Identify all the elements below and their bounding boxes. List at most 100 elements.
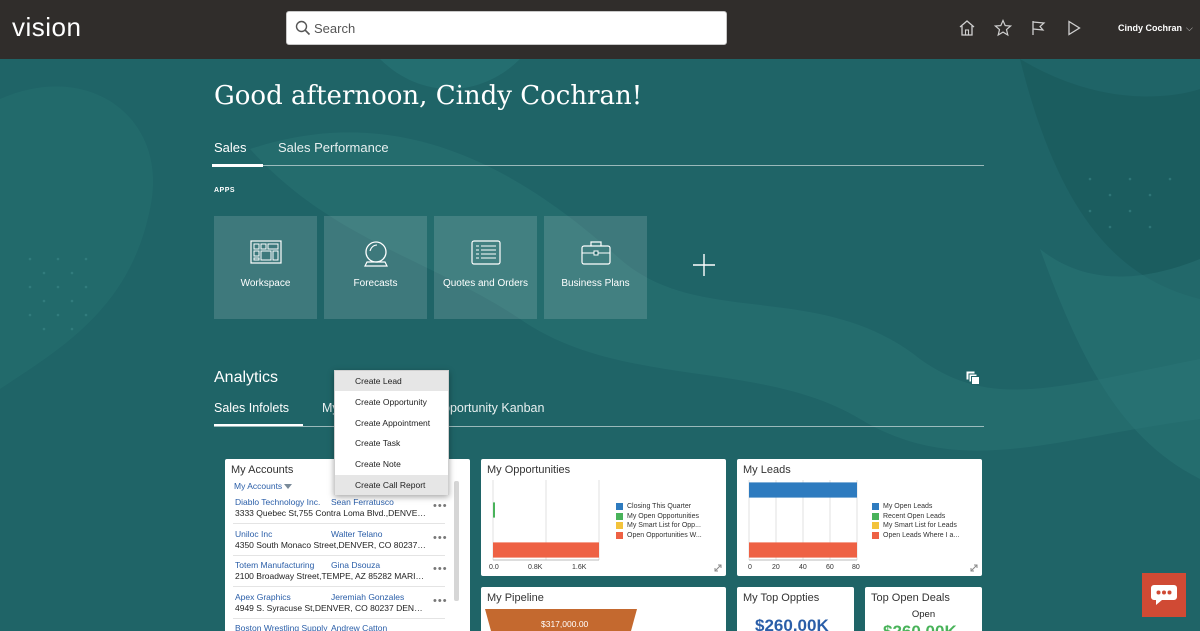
legend-swatch [616,512,623,520]
expand-icon[interactable] [970,564,978,572]
account-name[interactable]: Apex Graphics [235,592,291,602]
row-divider [233,618,445,619]
stacked-windows-icon[interactable] [966,371,980,385]
legend-label: Recent Open Leads [883,512,946,520]
account-name[interactable]: Boston Wrestling Supply [235,623,327,631]
account-contact[interactable]: Gina Dsouza [331,560,380,570]
analytics-tabs: Sales Infolets My pportunity Kanban [214,401,984,427]
accounts-filter-dropdown[interactable]: My Accounts [234,481,293,491]
pipeline-funnel[interactable] [481,587,726,631]
account-contact[interactable]: Andrew Catton [331,623,387,631]
account-name[interactable]: Diablo Technology Inc. [235,497,320,507]
app-tile-forecasts[interactable]: Forecasts [324,216,427,319]
x-tick-label: 0.8K [528,564,543,571]
my-pipeline-card: My Pipeline $317,000.00 [481,587,726,631]
app-label: Business Plans [561,278,630,289]
top-oppty-value[interactable]: $260.00K [755,616,829,631]
legend-item: My Open Leads [872,502,959,512]
analytics-heading: Analytics [214,369,279,386]
tab-sales-performance[interactable]: Sales Performance [278,140,389,155]
app-tile-workspace[interactable]: Workspace [214,216,317,319]
app-logo[interactable]: vision [12,12,81,43]
bar-open-leads-where-i-a- [749,542,857,558]
chart-legend: Closing This Quarter My Open Opportuniti… [616,502,702,540]
legend-item: Recent Open Leads [872,512,959,522]
more-actions-icon[interactable]: ••• [433,563,448,575]
my-leads-card: My Leads My Open Leads Recent Open Leads… [737,459,982,576]
app-tile-business-plans[interactable]: Business Plans [544,216,647,319]
flag-icon[interactable] [1030,19,1048,37]
tab-opportunity-kanban[interactable]: pportunity Kanban [443,401,544,415]
deals-status: Open [911,609,936,620]
more-actions-icon[interactable]: ••• [433,500,448,512]
tab-sales-infolets[interactable]: Sales Infolets [214,401,304,426]
card-title: My Top Oppties [743,592,820,604]
user-menu[interactable]: Cindy Cochran ⌵ [1118,23,1193,34]
global-search[interactable] [286,11,727,45]
legend-label: My Open Leads [883,503,933,510]
menu-item-create-call-report[interactable]: Create Call Report [335,475,448,495]
menu-item-create-note[interactable]: Create Note [335,454,448,474]
account-contact[interactable]: Sean Ferratusco [331,497,394,507]
menu-item-create-lead[interactable]: Create Lead [335,371,448,391]
star-icon[interactable] [994,19,1012,37]
x-tick-label: 0.0 [489,564,499,571]
row-divider [233,555,445,556]
account-name[interactable]: Totem Manufacturing [235,560,314,570]
create-actions-menu: Create Lead Create Opportunity Create Ap… [334,370,449,495]
account-address: 4350 South Monaco Street,DENVER, CO 8023… [235,540,427,550]
top-oppties-card: My Top Oppties $260.00K [737,587,854,631]
play-icon[interactable] [1065,19,1083,37]
more-actions-icon[interactable]: ••• [433,532,448,544]
app-label: Forecasts [353,278,398,289]
bar-my-open-opportunities [493,502,495,518]
legend-label: Closing This Quarter [627,503,692,510]
legend-swatch [872,532,879,540]
add-app-icon[interactable] [692,253,716,277]
chat-button[interactable] [1142,573,1186,617]
legend-item: Open Leads Where I a... [872,531,959,541]
card-title: My Accounts [231,464,294,476]
x-tick-label: 60 [826,564,834,571]
x-tick-label: 0 [748,564,752,571]
app-label: Workspace [240,278,291,289]
x-tick-label: 80 [852,564,860,571]
top-deal-value[interactable]: $260.00K [883,622,957,631]
search-input[interactable] [314,16,714,40]
x-tick-label: 40 [799,564,807,571]
legend-swatch [872,512,879,520]
legend-item: Open Opportunities W... [616,531,702,541]
menu-item-create-task[interactable]: Create Task [335,433,448,453]
menu-item-create-opportunity[interactable]: Create Opportunity [335,392,448,412]
legend-item: My Smart List for Leads [872,521,959,531]
account-address: 2100 Broadway Street,TEMPE, AZ 85282 MAR… [235,571,427,581]
app-tile-quotes-orders[interactable]: Quotes and Orders [434,216,537,319]
menu-item-create-appointment[interactable]: Create Appointment [335,413,448,433]
account-name[interactable]: Uniloc Inc [235,529,272,539]
search-icon [295,20,311,36]
quotes-icon [471,240,501,265]
caret-down-icon [284,484,293,490]
row-divider [233,523,445,524]
briefcase-icon [581,241,611,265]
account-contact[interactable]: Walter Telano [331,529,383,539]
page-greeting: Good afternoon, Cindy Cochran! [214,81,643,111]
account-address: 4949 S. Syracuse St,DENVER, CO 80237 DEN… [235,603,427,613]
accounts-scrollbar[interactable] [454,481,459,601]
account-contact[interactable]: Jeremiah Gonzales [331,592,404,602]
card-title: Top Open Deals [871,592,950,604]
app-label: Quotes and Orders [442,278,529,289]
workspace-icon [250,240,282,264]
legend-item: My Smart List for Opp... [616,521,702,531]
chat-bubble-icon [1151,585,1177,605]
legend-label: Open Opportunities W... [627,531,702,539]
row-divider [233,586,445,587]
my-opportunities-card: My Opportunities Closing This Quarter My… [481,459,726,576]
legend-swatch [872,522,879,530]
more-actions-icon[interactable]: ••• [433,595,448,607]
apps-section-label: APPS [214,187,236,194]
home-icon[interactable] [958,19,976,37]
expand-icon[interactable] [714,564,722,572]
x-tick-label: 1.6K [572,564,587,571]
tab-sales[interactable]: Sales [212,140,262,167]
